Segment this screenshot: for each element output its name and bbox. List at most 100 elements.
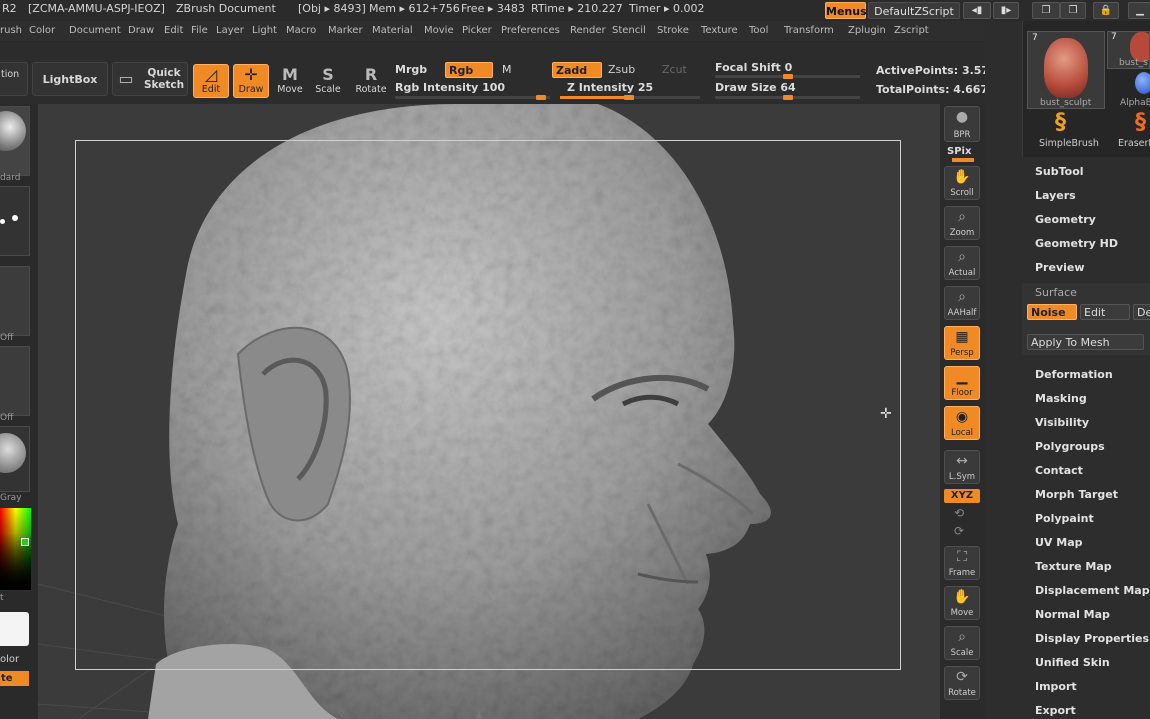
move-button[interactable]: M Move <box>273 64 307 98</box>
projection-master-button[interactable]: tion <box>0 62 28 96</box>
palette-item-masking[interactable]: Masking <box>1035 392 1087 405</box>
menus-button[interactable]: Menus <box>825 2 867 19</box>
menu-draw[interactable]: Draw <box>128 25 154 36</box>
zcut-toggle[interactable]: Zcut <box>662 63 687 76</box>
rotate-z-icon[interactable]: ⟳ <box>954 524 964 538</box>
minimize-icon[interactable]: ▁ <box>1128 2 1150 19</box>
palette-item-visibility[interactable]: Visibility <box>1035 416 1089 429</box>
main-color-swatch[interactable] <box>0 612 29 646</box>
tray-floor-button[interactable]: ▁ Floor <box>944 366 980 400</box>
rotate-button[interactable]: R Rotate <box>353 64 389 98</box>
tray-move-button[interactable]: ✋ Move <box>944 586 980 620</box>
bottom-tray-toggle-icon[interactable]: ▲ <box>476 710 483 719</box>
menu-zscript[interactable]: Zscript <box>894 25 929 36</box>
menu-material[interactable]: Material <box>372 25 413 36</box>
palette-item-subtool[interactable]: SubTool <box>1035 165 1084 178</box>
palette-item-contact[interactable]: Contact <box>1035 464 1083 477</box>
rgb-intensity-knob[interactable] <box>536 95 546 100</box>
noise-button[interactable]: Noise <box>1027 304 1077 320</box>
color-picker-swatch[interactable] <box>0 508 31 590</box>
tray-persp-button[interactable]: ▦ Persp <box>944 326 980 360</box>
rotate-y-icon[interactable]: ⟲ <box>954 506 964 520</box>
noise-edit-button[interactable]: Edit <box>1080 304 1130 320</box>
tray-local-button[interactable]: ◉ Local <box>944 406 980 440</box>
layout-right-icon[interactable]: ▮▸ <box>993 2 1019 19</box>
palette-item-display-properties[interactable]: Display Properties <box>1035 632 1149 645</box>
edit-button[interactable]: ◿ Edit <box>193 64 229 98</box>
menu-render[interactable]: Render <box>570 25 606 36</box>
draw-button[interactable]: ✛ Draw <box>233 64 269 98</box>
noise-del-button[interactable]: De <box>1133 304 1150 320</box>
stroke-thumbnail[interactable] <box>0 186 30 256</box>
tray-scale-button[interactable]: ⌕ Scale <box>944 626 980 660</box>
menu-stroke[interactable]: Stroke <box>657 25 689 36</box>
palette-item-geometry[interactable]: Geometry <box>1035 213 1096 226</box>
draw-size-label[interactable]: Draw Size 64 <box>715 81 796 94</box>
tray-bpr-button[interactable]: ● BPR <box>944 106 980 142</box>
fill-object-button[interactable]: te <box>0 671 29 686</box>
scale-button[interactable]: S Scale <box>311 64 345 98</box>
palette-item-layers[interactable]: Layers <box>1035 189 1076 202</box>
m-toggle[interactable]: M <box>502 63 512 76</box>
palette-item-normal-map[interactable]: Normal Map <box>1035 608 1110 621</box>
tray-rotate-button[interactable]: ⟳ Rotate <box>944 666 980 700</box>
tray-actual-button[interactable]: ⌕ Actual <box>944 246 980 280</box>
tray-aahalf-button[interactable]: ⌕ AAHalf <box>944 286 980 320</box>
palette-item-deformation[interactable]: Deformation <box>1035 368 1113 381</box>
draw-size-knob[interactable] <box>783 95 793 100</box>
zsub-toggle[interactable]: Zsub <box>608 63 635 76</box>
color-cursor[interactable] <box>21 538 29 546</box>
xyz-sym-button[interactable]: XYZ <box>944 489 980 503</box>
menu-transform[interactable]: Transform <box>784 25 834 36</box>
alpha-brush-icon[interactable] <box>1135 72 1150 94</box>
palette-item-displacement-map[interactable]: Displacement Map <box>1035 584 1150 597</box>
palette-item-uv-map[interactable]: UV Map <box>1035 536 1083 549</box>
menu-tool[interactable]: Tool <box>749 25 768 36</box>
menu-layer[interactable]: Layer <box>216 25 244 36</box>
palette-item-export[interactable]: Export <box>1035 704 1076 717</box>
rgb-intensity-label[interactable]: Rgb Intensity 100 <box>395 81 505 94</box>
quick-sketch-button[interactable]: ▭ Quick Sketch <box>112 62 188 96</box>
palette-item-unified-skin[interactable]: Unified Skin <box>1035 656 1110 669</box>
window-tile-icon[interactable]: ❐ <box>1032 2 1060 19</box>
rgb-toggle[interactable]: Rgb <box>445 62 493 78</box>
lock-icon[interactable]: 🔒 <box>1093 2 1119 19</box>
surface-title[interactable]: Surface <box>1035 286 1077 299</box>
z-intensity-label[interactable]: Z Intensity 25 <box>567 81 653 94</box>
palette-item-texture-map[interactable]: Texture Map <box>1035 560 1112 573</box>
menu-edit[interactable]: Edit <box>164 25 183 36</box>
palette-item-polygroups[interactable]: Polygroups <box>1035 440 1105 453</box>
texture-thumbnail[interactable] <box>0 346 30 416</box>
eraser-brush-icon[interactable]: § <box>1135 110 1146 135</box>
layout-left-icon[interactable]: ◂▮ <box>963 2 991 19</box>
zadd-toggle[interactable]: Zadd <box>552 62 602 78</box>
menu-picker[interactable]: Picker <box>462 25 492 36</box>
default-zscript-button[interactable]: DefaultZScript <box>868 2 960 19</box>
z-intensity-knob[interactable] <box>624 95 634 100</box>
viewport-canvas[interactable]: ✛ ▲ <box>38 104 940 719</box>
tray-frame-button[interactable]: ⛶ Frame <box>944 546 980 580</box>
menu-texture[interactable]: Texture <box>701 25 738 36</box>
menu-light[interactable]: Light <box>252 25 277 36</box>
tray-zoom-button[interactable]: ⌕ Zoom <box>944 206 980 240</box>
simple-brush-icon[interactable]: § <box>1055 110 1066 135</box>
material-thumbnail[interactable] <box>0 426 30 492</box>
menu-preferences[interactable]: Preferences <box>501 25 560 36</box>
palette-item-import[interactable]: Import <box>1035 680 1077 693</box>
menu-color[interactable]: Color <box>29 25 55 36</box>
brush-thumbnail[interactable] <box>0 106 30 176</box>
focal-shift-knob[interactable] <box>783 74 793 79</box>
menu-macro[interactable]: Macro <box>286 25 316 36</box>
spix-label[interactable]: SPix <box>947 146 971 157</box>
menu-marker[interactable]: Marker <box>328 25 363 36</box>
palette-item-geometry-hd[interactable]: Geometry HD <box>1035 237 1118 250</box>
apply-to-mesh-button[interactable]: Apply To Mesh <box>1027 334 1144 350</box>
menu-file[interactable]: File <box>191 25 208 36</box>
palette-item-preview[interactable]: Preview <box>1035 261 1085 274</box>
palette-item-morph-target[interactable]: Morph Target <box>1035 488 1118 501</box>
menu-movie[interactable]: Movie <box>424 25 454 36</box>
menu-brush[interactable]: rush <box>0 25 22 36</box>
menu-zplugin[interactable]: Zplugin <box>848 25 886 36</box>
window-cascade-icon[interactable]: ❐ <box>1060 2 1086 19</box>
tray-lsym-button[interactable]: ↔ L.Sym <box>944 450 980 484</box>
